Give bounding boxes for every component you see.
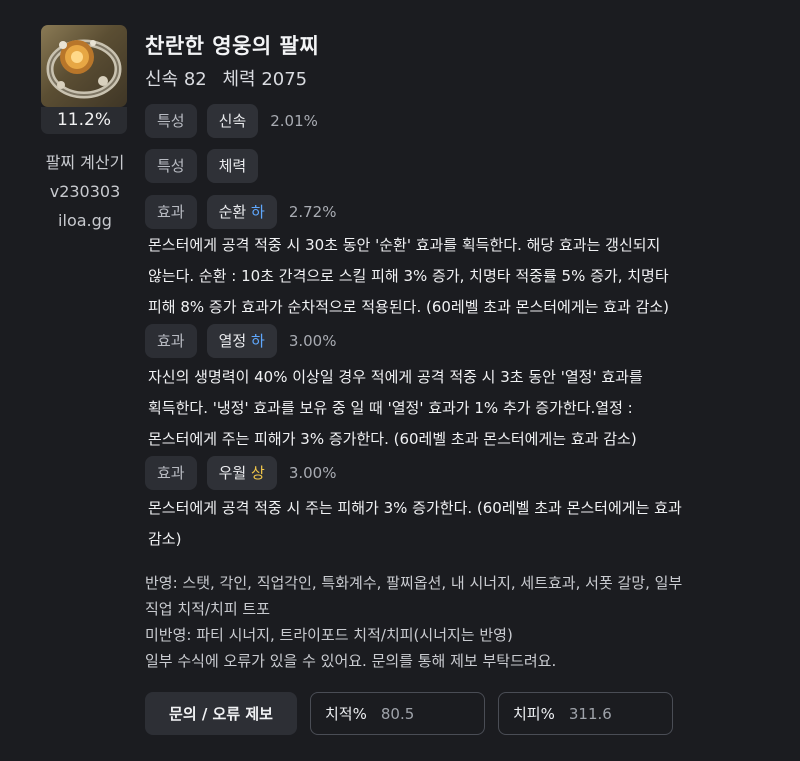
item-stats: 신속 82 체력 2075 bbox=[145, 65, 317, 91]
calculator-version: v230303 bbox=[49, 182, 121, 201]
crit-rate-field[interactable]: 치적% bbox=[310, 692, 485, 735]
option-tag: 특성 bbox=[145, 104, 197, 138]
quality-percentage: 11.2% bbox=[41, 107, 127, 134]
crit-rate-input[interactable] bbox=[380, 704, 471, 723]
stat-swiftness: 신속 82 bbox=[145, 69, 207, 90]
effect-chip[interactable]: 우월 상 bbox=[206, 456, 277, 490]
effect-tag: 효과 bbox=[145, 324, 197, 358]
crit-damage-field[interactable]: 치피% bbox=[498, 692, 673, 735]
report-error-button[interactable]: 문의 / 오류 제보 bbox=[145, 692, 297, 735]
grade-badge: 하 bbox=[251, 203, 265, 221]
effect-description: 몬스터에게 공격 적중 시 30초 동안 '순환' 효과를 획득한다. 해당 효… bbox=[148, 236, 670, 316]
stat-vitality: 체력 2075 bbox=[222, 69, 308, 90]
effect-tag: 효과 bbox=[145, 456, 197, 490]
effect-value: 3.00% bbox=[288, 464, 337, 482]
grade-badge: 상 bbox=[251, 464, 265, 482]
effect-description: 몬스터에게 공격 적중 시 주는 피해가 3% 증가한다. (60레벨 초과 몬… bbox=[148, 499, 682, 548]
crit-damage-input[interactable] bbox=[568, 704, 659, 723]
effect-row: 효과 열정 하 3.00% bbox=[145, 324, 336, 358]
option-value: 2.01% bbox=[270, 112, 318, 130]
bracelet-icon bbox=[41, 25, 127, 107]
effect-chip[interactable]: 열정 하 bbox=[206, 324, 277, 358]
effect-value: 3.00% bbox=[288, 332, 337, 350]
option-row: 특성 체력 bbox=[145, 149, 270, 183]
option-chip[interactable]: 체력 bbox=[206, 149, 259, 183]
option-chip[interactable]: 신속 bbox=[206, 104, 259, 138]
option-row: 특성 신속 2.01% bbox=[145, 104, 318, 138]
option-tag: 특성 bbox=[145, 149, 197, 183]
calculator-name: 팔찌 계산기 bbox=[45, 153, 125, 172]
effect-row: 효과 순환 하 2.72% bbox=[145, 195, 336, 229]
calculator-site: iloa.gg bbox=[58, 211, 112, 230]
effect-row: 효과 우월 상 3.00% bbox=[145, 456, 336, 490]
crit-rate-label: 치적% bbox=[325, 705, 367, 723]
effect-tag: 효과 bbox=[145, 195, 197, 229]
effect-description: 자신의 생명력이 40% 이상일 경우 적에게 공격 적중 시 3초 동안 '열… bbox=[148, 368, 643, 448]
effect-value: 2.72% bbox=[288, 203, 337, 221]
grade-badge: 하 bbox=[251, 332, 265, 350]
item-title: 찬란한 영웅의 팔찌 bbox=[145, 34, 320, 58]
calculation-notes: 반영: 스탯, 각인, 직업각인, 특화계수, 팔찌옵션, 내 시너지, 세트효… bbox=[145, 574, 683, 670]
effect-chip[interactable]: 순환 하 bbox=[206, 195, 277, 229]
calculator-info: 팔찌 계산기 v230303 iloa.gg bbox=[20, 148, 150, 235]
crit-damage-label: 치피% bbox=[513, 705, 555, 723]
